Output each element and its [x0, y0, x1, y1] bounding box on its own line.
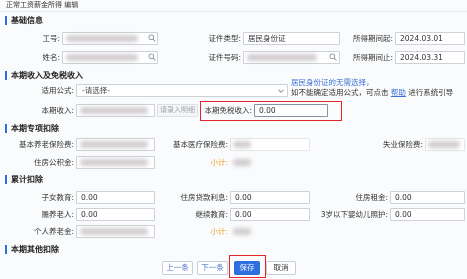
unemployment-label: 失业保险费: — [382, 140, 423, 149]
housing-loan-interest-input[interactable] — [230, 191, 310, 204]
help-link[interactable]: 帮助 — [391, 88, 406, 97]
unemployment-input[interactable] — [425, 138, 465, 151]
medical-label: 基本医疗保险费: — [172, 140, 228, 149]
formula-hint-text: 如不能确定适用公式，可点击 — [291, 88, 389, 97]
children-education-label: 子女教育: — [41, 193, 74, 202]
formula-label: 适用公式: — [41, 86, 74, 95]
section-basic-info: 基础信息 — [5, 16, 43, 25]
continuing-education-input[interactable] — [230, 208, 310, 221]
enter-detail-button[interactable]: 请录入明细 — [157, 104, 198, 117]
elderly-support-input[interactable] — [76, 208, 155, 221]
formula-selected-value: -请选择- — [82, 86, 110, 95]
save-button[interactable]: 保存 — [234, 261, 260, 275]
formula-hint-line1: 居民身份证的无需选择， — [291, 78, 374, 87]
section-other-deductions: 本期其他扣除 — [5, 245, 59, 254]
period-start-label: 所得期间起: — [352, 34, 393, 43]
formula-hint-line2: 如不能确定适用公式，可点击 帮助 进行系统引导 — [291, 88, 453, 97]
id-number-input[interactable] — [243, 51, 340, 64]
cancel-button[interactable]: 取消 — [266, 261, 296, 275]
prev-record-button[interactable]: 上一条 — [162, 261, 193, 275]
chevron-down-icon — [278, 89, 284, 93]
special-subtotal-value — [230, 156, 254, 169]
redacted-value — [233, 228, 251, 235]
cumulative-subtotal-value — [230, 225, 254, 238]
period-start-input[interactable] — [395, 32, 465, 45]
search-icon[interactable] — [148, 34, 156, 42]
housing-fund-label: 住房公积金: — [33, 158, 74, 167]
personal-pension-label: 个人养老金: — [33, 227, 74, 236]
employee-id-input[interactable] — [62, 32, 158, 45]
id-number-label: 证件号码: — [208, 53, 241, 62]
next-record-button[interactable]: 下一条 — [197, 261, 228, 275]
redacted-value — [233, 159, 251, 166]
current-income-label: 本期收入: — [41, 106, 74, 115]
search-icon[interactable] — [148, 53, 156, 61]
tax-free-income-input[interactable] — [254, 104, 328, 117]
period-end-input[interactable] — [395, 51, 465, 64]
search-icon[interactable] — [329, 53, 337, 61]
housing-rent-input[interactable] — [390, 191, 465, 204]
children-education-input[interactable] — [76, 191, 155, 204]
housing-loan-interest-label: 住房贷款利息: — [180, 193, 228, 202]
housing-rent-label: 住房租金: — [355, 193, 388, 202]
cumulative-subtotal-label: 小计: — [210, 227, 228, 236]
tax-free-income-label: 本期免税收入: — [204, 106, 252, 115]
current-income-input[interactable] — [76, 104, 155, 117]
continuing-education-label: 继续教育: — [195, 210, 228, 219]
employee-id-label: 工号: — [42, 34, 60, 43]
name-label: 姓名: — [42, 53, 60, 62]
personal-pension-input[interactable] — [76, 225, 155, 238]
special-subtotal-label: 小计: — [210, 158, 228, 167]
id-type-input[interactable] — [243, 32, 340, 45]
section-cumulative-deductions: 累计扣除 — [5, 175, 43, 184]
dialog-title: 正常工资薪金所得 编辑 — [6, 1, 79, 9]
pension-label: 基本养老保险费: — [18, 140, 74, 149]
infant-care-label: 3岁以下婴幼儿照护: — [320, 210, 388, 219]
title-divider — [0, 11, 467, 12]
section-special-deductions: 本期专项扣除 — [5, 124, 59, 133]
housing-fund-input[interactable] — [76, 156, 155, 169]
period-end-label: 所得期间止: — [352, 53, 393, 62]
medical-input[interactable] — [230, 138, 310, 151]
id-type-label: 证件类型: — [208, 34, 241, 43]
elderly-support-label: 赡养老人: — [41, 210, 74, 219]
section-income: 本期收入及免税收入 — [5, 71, 83, 80]
pension-input[interactable] — [76, 138, 155, 151]
formula-hint-text: 进行系统引导 — [408, 88, 454, 97]
infant-care-input[interactable] — [390, 208, 465, 221]
formula-select[interactable]: -请选择- — [76, 84, 288, 97]
name-input[interactable] — [62, 51, 158, 64]
